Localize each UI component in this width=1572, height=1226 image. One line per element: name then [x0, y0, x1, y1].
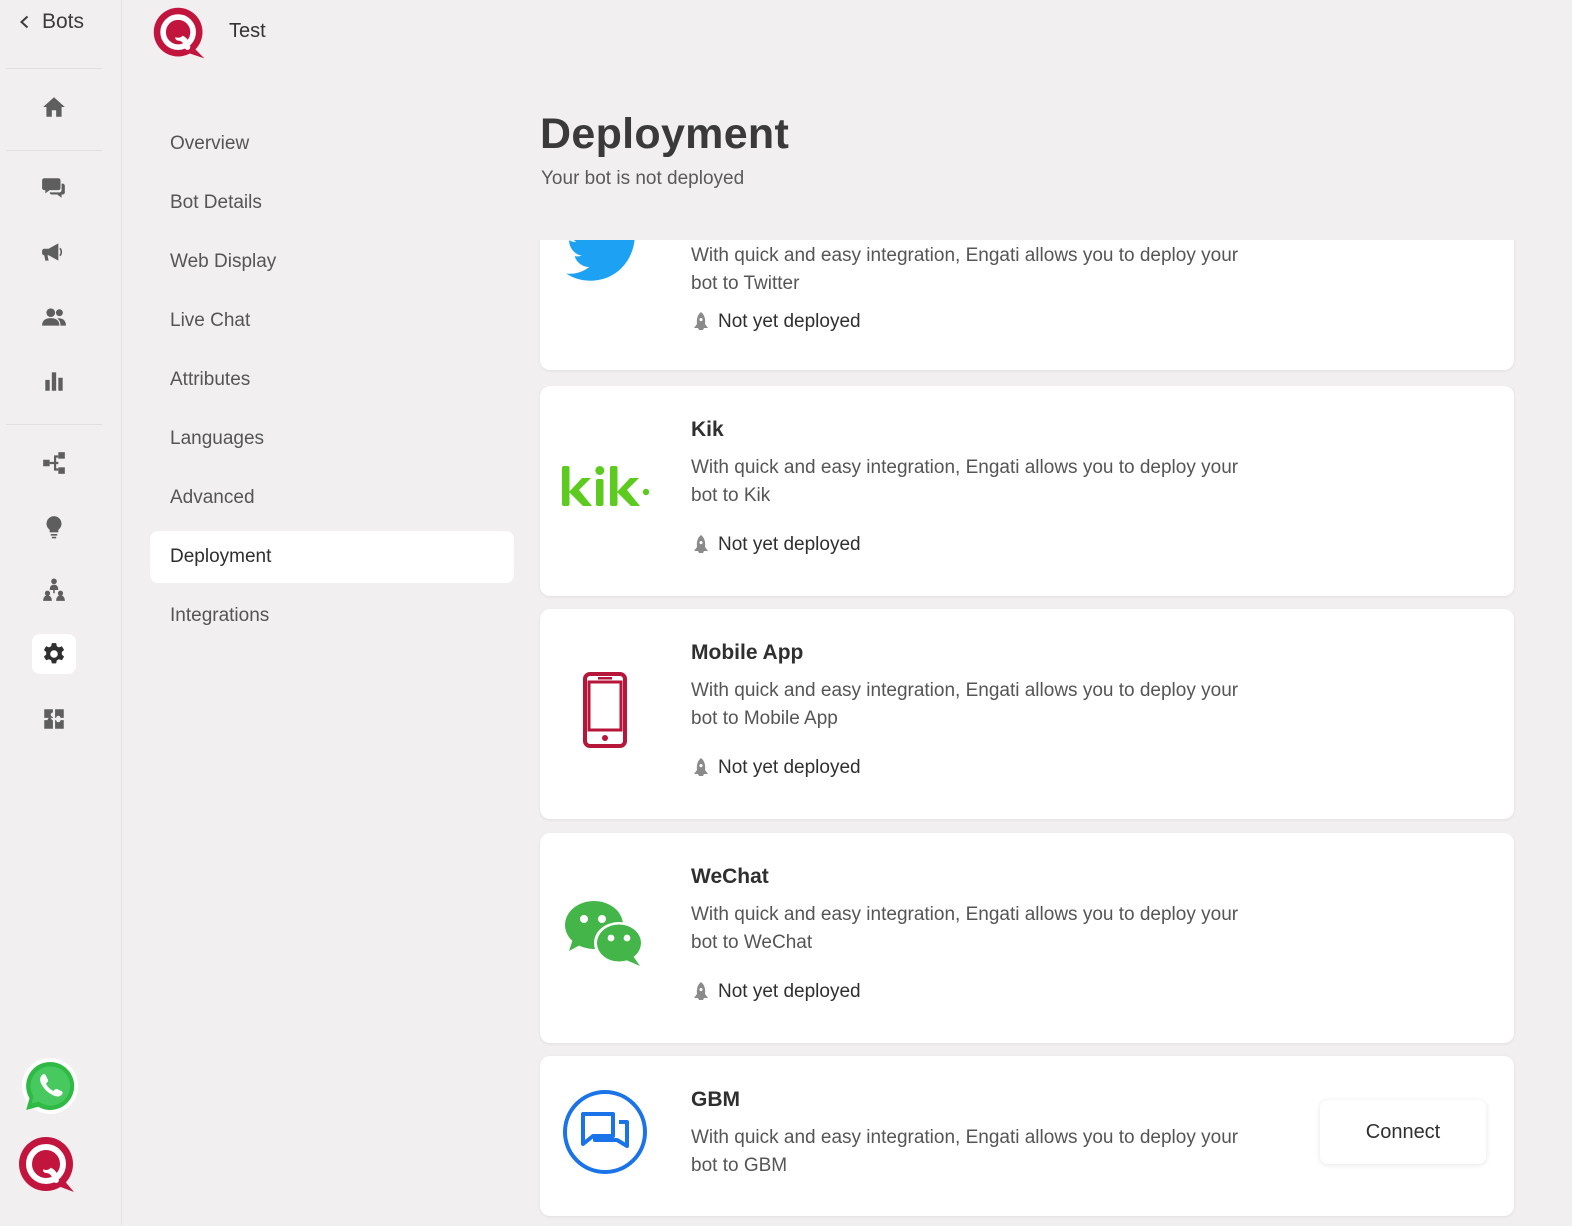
app-root: Bots Test Overview Bot Details Web Displ…: [0, 0, 1572, 1226]
back-link-label: Bots: [42, 10, 85, 33]
twitter-icon: [560, 240, 650, 296]
deploy-status: Not yet deployed: [692, 981, 861, 1003]
integrations-icon[interactable]: [32, 699, 76, 739]
channel-list[interactable]: With quick and easy integration, Engati …: [530, 240, 1530, 1226]
deploy-status-label: Not yet deployed: [718, 311, 861, 332]
back-to-bots-link[interactable]: Bots: [18, 8, 84, 36]
kik-logo-icon: [560, 442, 650, 532]
chat-icon[interactable]: [32, 168, 76, 208]
page-title: Deployment: [540, 110, 790, 158]
menu-item-deployment[interactable]: Deployment: [150, 531, 514, 583]
menu-item-web-display[interactable]: Web Display: [150, 236, 514, 288]
menu-item-overview[interactable]: Overview: [150, 118, 514, 170]
card-description: With quick and easy integration, Engati …: [691, 245, 1239, 294]
rocket-icon: [694, 535, 708, 553]
connect-button[interactable]: Connect: [1320, 1100, 1486, 1164]
menu-item-languages[interactable]: Languages: [150, 413, 514, 465]
ideas-icon[interactable]: [32, 507, 76, 547]
rocket-icon: [694, 312, 708, 330]
card-title: GBM: [691, 1088, 740, 1111]
chevron-left-icon: [20, 15, 29, 29]
deploy-status-label: Not yet deployed: [718, 757, 861, 778]
analytics-icon[interactable]: [32, 361, 76, 401]
deploy-status: Not yet deployed: [692, 534, 861, 556]
rail-divider: [6, 424, 102, 425]
card-description: With quick and easy integration, Engati …: [691, 680, 1239, 729]
menu-item-attributes[interactable]: Attributes: [150, 354, 514, 406]
card-title: WeChat: [691, 865, 769, 888]
users-icon[interactable]: [32, 297, 76, 337]
card-description: With quick and easy integration, Engati …: [691, 904, 1239, 953]
flow-icon[interactable]: [32, 443, 76, 483]
bot-name: Test: [229, 20, 266, 42]
card-title: Mobile App: [691, 641, 804, 664]
rocket-icon: [694, 982, 708, 1000]
channel-card-mobile-app: Mobile App With quick and easy integrati…: [540, 609, 1514, 819]
deploy-status: Not yet deployed: [692, 311, 861, 333]
deploy-status-label: Not yet deployed: [718, 534, 861, 555]
menu-item-integrations[interactable]: Integrations: [150, 590, 514, 642]
card-description: With quick and easy integration, Engati …: [691, 1127, 1239, 1176]
channel-card-wechat: WeChat With quick and easy integration, …: [540, 833, 1514, 1043]
gbm-chat-icon: [560, 1087, 650, 1177]
icon-rail: Bots: [0, 0, 122, 1226]
whatsapp-icon[interactable]: [20, 1056, 80, 1116]
rocket-icon: [694, 758, 708, 776]
gear-icon[interactable]: [32, 634, 76, 674]
mobile-phone-icon: [560, 665, 650, 755]
menu-item-bot-details[interactable]: Bot Details: [150, 177, 514, 229]
channel-card-twitter: With quick and easy integration, Engati …: [540, 240, 1514, 370]
menu-item-advanced[interactable]: Advanced: [150, 472, 514, 524]
menu-item-live-chat[interactable]: Live Chat: [150, 295, 514, 347]
card-description: With quick and easy integration, Engati …: [691, 457, 1239, 506]
rail-divider: [6, 150, 102, 151]
settings-menu: Overview Bot Details Web Display Live Ch…: [150, 118, 514, 649]
wechat-icon: [560, 889, 650, 979]
page-subtitle: Your bot is not deployed: [541, 168, 745, 189]
deploy-status-label: Not yet deployed: [718, 981, 861, 1002]
home-icon[interactable]: [32, 87, 76, 127]
card-title: Kik: [691, 418, 724, 441]
deploy-status: Not yet deployed: [692, 757, 861, 779]
rail-divider: [6, 68, 102, 69]
channel-card-gbm: GBM With quick and easy integration, Eng…: [540, 1056, 1514, 1216]
channel-card-kik: Kik With quick and easy integration, Eng…: [540, 386, 1514, 596]
engati-logo-icon[interactable]: [16, 1134, 80, 1198]
engati-logo: [150, 4, 210, 64]
team-icon[interactable]: [32, 570, 76, 610]
broadcast-icon[interactable]: [32, 232, 76, 272]
